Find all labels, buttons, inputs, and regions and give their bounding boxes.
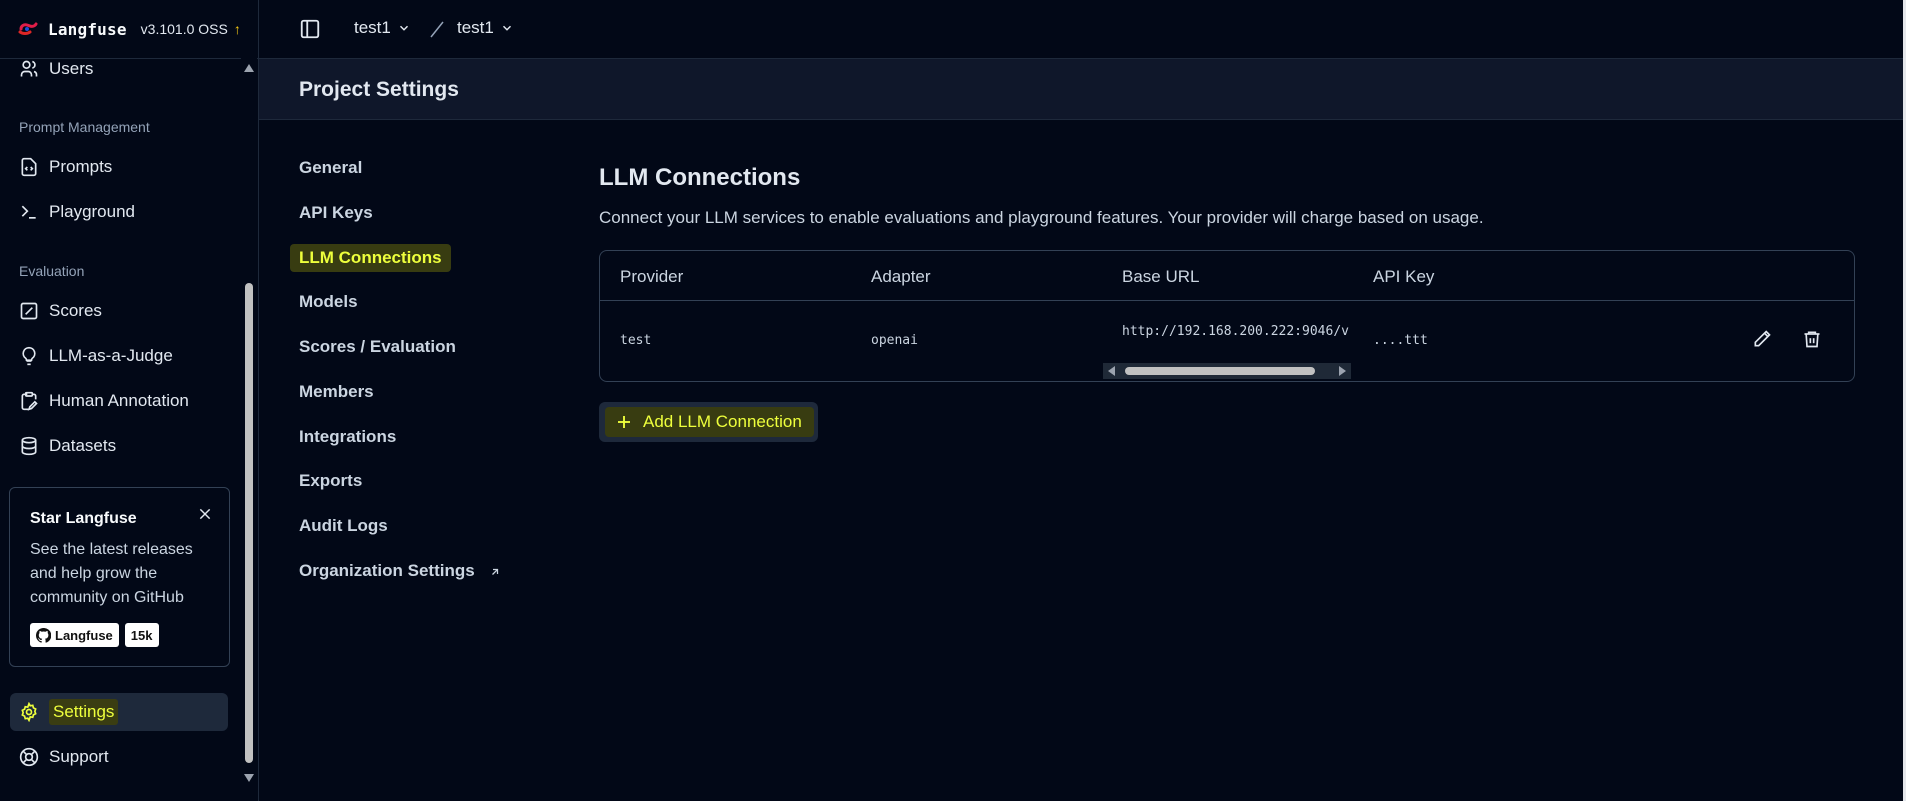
settings-nav-exports[interactable]: Exports (299, 471, 362, 491)
settings-nav-llm-connections[interactable]: LLM Connections (290, 244, 451, 272)
sidebar-item-label: Prompts (49, 157, 113, 176)
column-header-base-url: Base URL (1122, 267, 1200, 286)
settings-nav-audit-logs[interactable]: Audit Logs (299, 516, 388, 536)
settings-nav-label: Organization Settings (299, 561, 475, 580)
sidebar-item-label: Human Annotation (49, 391, 189, 410)
trash-icon[interactable] (1802, 329, 1822, 349)
add-llm-connection-label: Add LLM Connection (643, 412, 802, 431)
sidebar-item-users[interactable]: Users (10, 58, 228, 88)
section-label-evaluation: Evaluation (19, 263, 85, 279)
star-card-title: Star Langfuse (30, 510, 137, 527)
sidebar-item-label: LLM-as-a-Judge (49, 346, 173, 365)
sidebar-item-label: Datasets (49, 436, 117, 455)
sidebar-scrollbar-thumb[interactable] (245, 283, 253, 763)
scroll-left-icon[interactable] (1107, 366, 1117, 376)
column-header-adapter: Adapter (871, 267, 931, 286)
section-title: LLM Connections (599, 164, 801, 191)
sidebar-item-settings[interactable]: Settings (10, 693, 228, 731)
project-name: test1 (457, 18, 494, 37)
cell-adapter: openai (871, 333, 918, 348)
section-label-prompt-management: Prompt Management (19, 119, 150, 135)
page-header: Project Settings (259, 59, 1903, 120)
sidebar-item-playground[interactable]: Playground (10, 193, 228, 231)
project-switcher[interactable]: test1 (457, 18, 514, 38)
settings-nav-organization-settings[interactable]: Organization Settings (299, 561, 501, 581)
section-description: Connect your LLM services to enable eval… (599, 208, 1484, 227)
users-icon (19, 59, 39, 79)
sidebar-item-label: Scores (49, 301, 102, 320)
org-switcher[interactable]: test1 (354, 18, 411, 38)
sidebar-item-llm-as-a-judge[interactable]: LLM-as-a-Judge (10, 337, 228, 375)
org-name: test1 (354, 18, 391, 37)
scroll-down-icon[interactable] (243, 773, 255, 783)
external-link-icon (489, 566, 501, 578)
settings-nav-integrations[interactable]: Integrations (299, 427, 396, 447)
lifebuoy-icon (19, 747, 39, 767)
settings-nav-api-keys[interactable]: API Keys (299, 203, 373, 223)
column-header-provider: Provider (620, 267, 684, 286)
sidebar-item-label: Playground (49, 202, 136, 221)
brand-header: Langfuse v3.101.0 OSS ↑ (0, 0, 258, 59)
file-code-icon (19, 157, 39, 177)
table-header-divider (600, 300, 1854, 301)
add-llm-connection-inner: Add LLM Connection (605, 407, 814, 437)
brand-name[interactable]: Langfuse (48, 20, 127, 39)
llm-connections-table: Provider Adapter Base URL API Key test o… (599, 250, 1855, 382)
score-icon (19, 301, 39, 321)
gear-icon (19, 702, 39, 722)
base-url-scrollbar-thumb[interactable] (1125, 367, 1315, 375)
terminal-icon (19, 202, 39, 222)
scroll-up-icon[interactable] (243, 63, 255, 73)
star-count: 15k (124, 623, 159, 647)
update-arrow-icon[interactable]: ↑ (234, 21, 241, 37)
github-button-label: Langfuse (55, 627, 113, 643)
version-label: v3.101.0 OSS (140, 21, 228, 37)
database-icon (19, 436, 39, 456)
add-llm-connection-button[interactable]: Add LLM Connection (599, 402, 818, 442)
close-icon[interactable] (197, 506, 213, 522)
sidebar-item-label: Settings (49, 699, 119, 725)
sidebar-nav: Users Prompt Management Prompts Playgrou… (0, 58, 240, 801)
settings-nav-members[interactable]: Members (299, 382, 374, 402)
settings-nav-general[interactable]: General (299, 158, 362, 178)
sidebar-item-support[interactable]: Support (10, 738, 228, 776)
clipboard-pen-icon (19, 391, 39, 411)
sidebar-toggle-icon[interactable] (299, 18, 321, 40)
star-card-description: See the latest releases and help grow th… (30, 541, 193, 606)
top-bar: test1 test1 (259, 0, 1903, 59)
sidebar-item-scores[interactable]: Scores (10, 292, 228, 330)
sidebar: Langfuse v3.101.0 OSS ↑ Users Prompt Man… (0, 0, 259, 801)
sidebar-item-label: Users (49, 59, 94, 78)
langfuse-logo[interactable] (18, 21, 38, 37)
sidebar-item-datasets[interactable]: Datasets (10, 427, 228, 465)
column-header-api-key: API Key (1373, 267, 1435, 286)
base-url-scrollbar[interactable] (1103, 363, 1351, 379)
breadcrumb-separator-icon (427, 18, 447, 40)
sidebar-item-label: Support (49, 747, 109, 766)
star-langfuse-card: Star Langfuse See the latest releases an… (9, 487, 230, 667)
lightbulb-icon (19, 346, 39, 366)
page-title: Project Settings (299, 78, 459, 101)
sidebar-item-human-annotation[interactable]: Human Annotation (10, 382, 228, 420)
cell-provider: test (620, 333, 652, 348)
chevron-down-icon (500, 21, 514, 35)
scroll-right-icon[interactable] (1337, 366, 1347, 376)
cell-api-key: ....ttt (1373, 333, 1428, 348)
chevron-down-icon (397, 21, 411, 35)
github-button[interactable]: Langfuse (30, 623, 119, 647)
github-icon (36, 627, 51, 643)
cell-base-url: http://192.168.200.222:9046/v1 (1122, 324, 1350, 339)
settings-nav-models[interactable]: Models (299, 292, 358, 312)
plus-icon (615, 413, 633, 431)
sidebar-item-prompts[interactable]: Prompts (10, 148, 228, 186)
edit-pencil-icon[interactable] (1752, 329, 1772, 349)
settings-nav-scores-evaluation[interactable]: Scores / Evaluation (299, 337, 456, 357)
github-star-badge[interactable]: Langfuse 15k (30, 623, 159, 647)
